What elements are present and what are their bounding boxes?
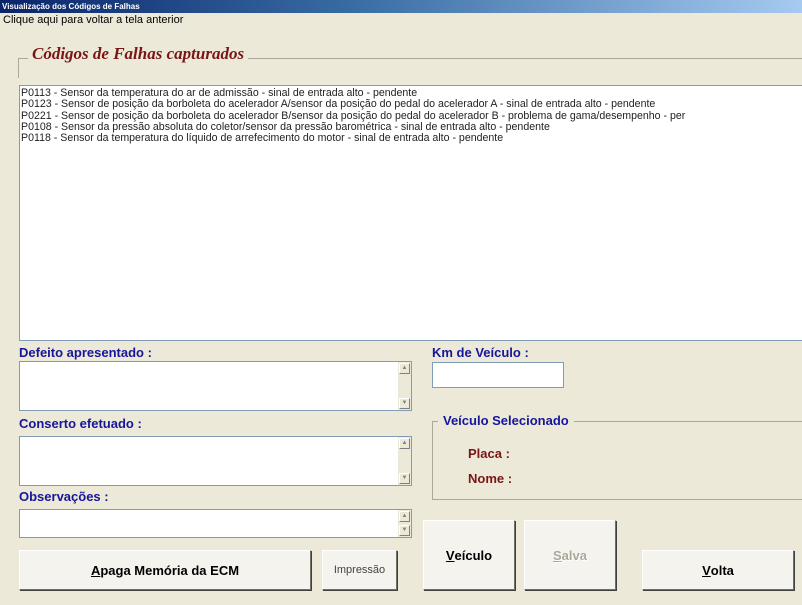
scroll-down-icon[interactable]: ▼ bbox=[399, 398, 410, 409]
conserto-label: Conserto efetuado : bbox=[19, 416, 142, 431]
apaga-memoria-button[interactable]: Apaga Memória da ECM bbox=[19, 550, 311, 590]
defeito-scrollbar[interactable]: ▲ ▼ bbox=[398, 362, 411, 410]
veiculo-label: eículo bbox=[454, 547, 493, 563]
observacoes-textarea[interactable]: ▲ ▼ bbox=[19, 509, 412, 538]
defeito-textarea[interactable]: ▲ ▼ bbox=[19, 361, 412, 411]
defeito-label: Defeito apresentado : bbox=[19, 345, 152, 360]
salva-label: alva bbox=[561, 547, 587, 563]
volta-button[interactable]: Volta bbox=[642, 550, 794, 590]
nome-label: Nome : bbox=[468, 471, 513, 486]
volta-mnemonic: V bbox=[702, 562, 711, 578]
km-input[interactable] bbox=[432, 362, 564, 388]
observacoes-label: Observações : bbox=[19, 489, 109, 504]
list-item[interactable]: P0123 - Sensor de posição da borboleta d… bbox=[21, 98, 801, 110]
scroll-up-icon[interactable]: ▲ bbox=[399, 363, 410, 374]
placa-label: Placa : bbox=[468, 446, 510, 461]
observacoes-value bbox=[20, 510, 411, 514]
list-item[interactable]: P0118 - Sensor da temperatura do líquido… bbox=[21, 132, 801, 144]
salva-button[interactable]: Salva bbox=[524, 520, 616, 590]
apaga-mnemonic: A bbox=[90, 562, 101, 578]
faults-group-title: Códigos de Falhas capturados bbox=[28, 44, 249, 64]
conserto-scrollbar[interactable]: ▲ ▼ bbox=[398, 437, 411, 485]
observacoes-scrollbar[interactable]: ▲ ▼ bbox=[398, 510, 411, 537]
conserto-textarea[interactable]: ▲ ▼ bbox=[19, 436, 412, 486]
back-link[interactable]: Clique aqui para voltar a tela anterior bbox=[3, 14, 183, 26]
scroll-down-icon[interactable]: ▼ bbox=[399, 525, 410, 536]
conserto-value bbox=[20, 437, 411, 441]
faults-list[interactable]: P0113 - Sensor da temperatura do ar de a… bbox=[19, 85, 802, 341]
km-label: Km de Veículo : bbox=[432, 345, 529, 360]
window-title: Visualização dos Códigos de Falhas bbox=[0, 0, 802, 13]
defeito-value bbox=[20, 362, 411, 366]
impressao-button[interactable]: Impressão bbox=[322, 550, 397, 590]
scroll-down-icon[interactable]: ▼ bbox=[399, 473, 410, 484]
apaga-label: paga Memória da ECM bbox=[100, 562, 240, 578]
salva-mnemonic: S bbox=[553, 547, 562, 563]
scroll-up-icon[interactable]: ▲ bbox=[399, 438, 410, 449]
veiculo-mnemonic: V bbox=[445, 547, 455, 563]
veiculo-button[interactable]: Veículo bbox=[423, 520, 515, 590]
volta-label: olta bbox=[710, 562, 734, 578]
scroll-up-icon[interactable]: ▲ bbox=[399, 511, 410, 522]
vehicle-group-title: Veículo Selecionado bbox=[438, 413, 574, 428]
